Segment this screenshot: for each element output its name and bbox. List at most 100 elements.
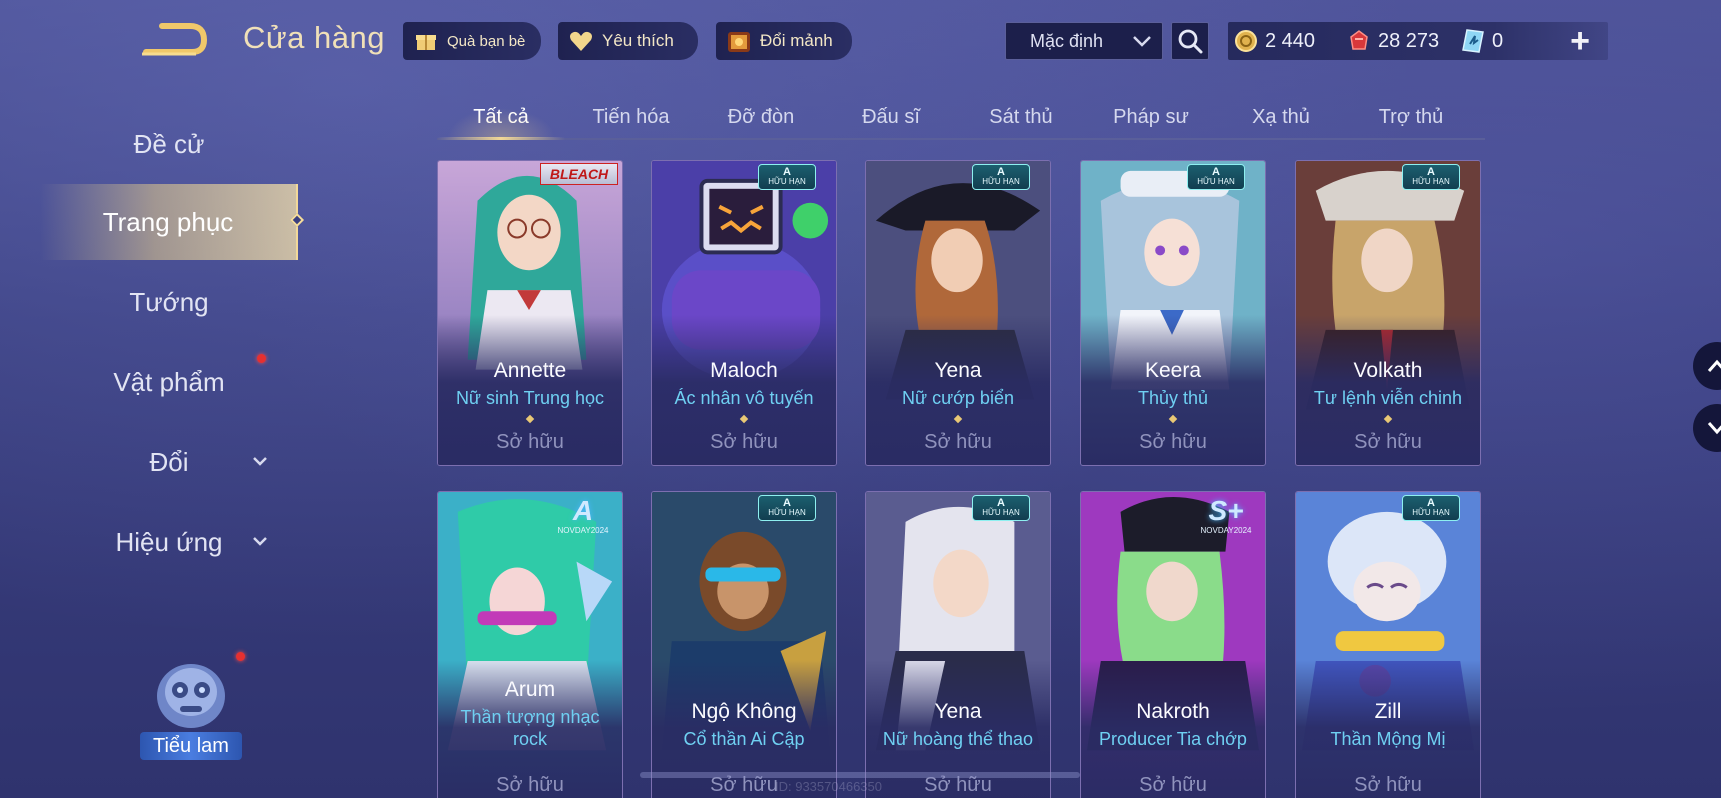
gold-balance: 2 440: [1233, 22, 1315, 60]
skin-name: Thần tượng nhạc rock: [460, 707, 600, 749]
sidebar-item-exchange[interactable]: Đổi: [40, 424, 298, 500]
limited-label: HỮU HẠN: [982, 508, 1020, 517]
skin-name: Tư lệnh viễn chinh: [1313, 388, 1463, 408]
grade-limited-badge: A HỮU HẠN: [972, 164, 1030, 190]
sort-dropdown[interactable]: Mặc định: [1005, 22, 1163, 60]
chevron-down-icon: [1707, 422, 1721, 435]
hero-name: Ngộ Không: [691, 700, 797, 723]
skin-card[interactable]: A NOVDAY2024 Arum Thần tượng nhạc rock Sở…: [437, 491, 623, 798]
owned-status: Sở hữu: [710, 431, 778, 453]
hero-name: Nakroth: [1136, 700, 1210, 723]
shard-exchange-label: Đổi mảnh: [760, 31, 833, 50]
hero-name: Volkath: [1353, 359, 1423, 382]
add-currency-button[interactable]: +: [1560, 22, 1600, 60]
sidebar-item-label: Đề cử: [133, 128, 205, 159]
gold-amount: 2 440: [1265, 29, 1316, 52]
voucher-balance: 0: [1460, 22, 1503, 60]
notification-dot: [257, 354, 266, 363]
page-title: Cửa hàng: [243, 20, 385, 55]
tab-warrior[interactable]: Đấu sĩ: [827, 96, 955, 138]
skin-name: Thủy thủ: [1137, 388, 1209, 408]
hero-name: Keera: [1144, 359, 1202, 382]
back-button[interactable]: [140, 18, 210, 60]
event-grade-badge: S+ NOVDAY2024: [1191, 496, 1261, 542]
skin-name: Thần Mộng Mị: [1330, 729, 1446, 749]
category-tabs: Tất cả Tiến hóa Đỡ đòn Đấu sĩ Sát thủ Ph…: [437, 96, 1485, 140]
tab-assassin[interactable]: Sát thủ: [957, 96, 1085, 138]
chevron-down-icon: [1132, 31, 1152, 52]
ruby-amount: 28 273: [1378, 29, 1440, 52]
skin-card[interactable]: S+ NOVDAY2024 Nakroth Producer Tia chớp S…: [1080, 491, 1266, 798]
hero-name: Yena: [934, 700, 982, 723]
limited-label: HỮU HẠN: [768, 177, 806, 186]
grade-limited-badge: A HỮU HẠN: [972, 495, 1030, 521]
tab-support[interactable]: Trợ thủ: [1347, 96, 1475, 138]
owned-status: Sở hữu: [496, 774, 564, 796]
grade-limited-badge: A HỮU HẠN: [758, 495, 816, 521]
grade-limited-badge: A HỮU HẠN: [1402, 495, 1460, 521]
grade-limited-badge: A HỮU HẠN: [1402, 164, 1460, 190]
tab-tank[interactable]: Đỡ đòn: [697, 96, 825, 138]
chevron-down-icon: [252, 452, 268, 473]
skin-card[interactable]: A HỮU HẠN Ngộ Không Cổ thần Ai Cập Sở hữu: [651, 491, 837, 798]
event-name-label: NOVDAY2024: [1200, 526, 1252, 535]
skin-card[interactable]: A HỮU HẠN Yena Nữ hoàng thể thao Sở hữu: [865, 491, 1051, 798]
horizontal-scrollbar[interactable]: [640, 772, 1080, 778]
pet-avatar-icon: [157, 664, 225, 728]
limited-label: HỮU HẠN: [1197, 177, 1235, 186]
friend-gift-button[interactable]: Quà bạn bè: [403, 22, 541, 60]
sidebar-item-label: Trang phục: [102, 206, 234, 237]
shard-exchange-button[interactable]: Đổi mảnh: [716, 22, 852, 60]
search-button[interactable]: [1171, 22, 1209, 60]
sidebar-item-effects[interactable]: Hiệu ứng: [40, 504, 298, 580]
voucher-amount: 0: [1492, 29, 1504, 52]
friend-gift-label: Quà bạn bè: [447, 32, 526, 50]
limited-label: HỮU HẠN: [982, 177, 1020, 186]
favorites-button[interactable]: Yêu thích: [558, 22, 698, 60]
bleach-collab-badge: BLEACH: [540, 163, 618, 185]
sort-value: Mặc định: [1030, 30, 1104, 51]
hero-name: Arum: [504, 678, 556, 701]
search-icon: [1178, 29, 1203, 54]
skin-name: Producer Tia chớp: [1099, 729, 1247, 749]
skin-name: Cổ thần Ai Cập: [683, 729, 805, 749]
chevron-down-icon: [252, 532, 268, 553]
owned-status: Sở hữu: [1354, 431, 1422, 453]
skin-card[interactable]: A HỮU HẠN Volkath Tư lệnh viễn chinh Sở h…: [1295, 160, 1481, 466]
heart-icon: [568, 28, 594, 54]
tab-mage[interactable]: Pháp sư: [1087, 96, 1215, 138]
sidebar-item-heroes[interactable]: Tướng: [40, 264, 298, 340]
shop-screen: Cửa hàng Quà bạn bè Yêu thích Đổi mảnh M…: [0, 0, 1721, 798]
skin-card[interactable]: A HỮU HẠN Keera Thủy thủ Sở hữu: [1080, 160, 1266, 466]
skin-card[interactable]: A HỮU HẠN Zill Thần Mộng Mị Sở hữu: [1295, 491, 1481, 798]
sidebar-item-featured[interactable]: Đề cử: [40, 106, 298, 182]
back-arrow-icon: [142, 23, 208, 56]
limited-label: HỮU HẠN: [768, 508, 806, 517]
skin-card[interactable]: A HỮU HẠN Yena Nữ cướp biển Sở hữu: [865, 160, 1051, 466]
owned-status: Sở hữu: [1139, 431, 1207, 453]
grade-label: A: [783, 497, 791, 509]
skin-card[interactable]: BLEACH Annette Nữ sinh Trung học Sở hữu: [437, 160, 623, 466]
limited-label: HỮU HẠN: [1412, 508, 1450, 517]
owned-status: Sở hữu: [1139, 774, 1207, 796]
scroll-up-button[interactable]: [1693, 342, 1721, 390]
sidebar-item-items[interactable]: Vật phẩm: [40, 344, 298, 420]
owned-status: Sở hữu: [924, 431, 992, 453]
sidebar-item-label: Hiệu ứng: [115, 526, 223, 557]
skin-card[interactable]: A HỮU HẠN Maloch Ác nhân vô tuyến Sở hữu: [651, 160, 837, 466]
grade-label: A: [997, 497, 1005, 509]
sidebar-item-skins[interactable]: Trang phục: [40, 184, 305, 260]
gold-coin-icon: [1233, 28, 1259, 54]
scroll-down-button[interactable]: [1693, 404, 1721, 452]
grade-label: A: [1427, 166, 1435, 178]
tab-evolution[interactable]: Tiến hóa: [567, 96, 695, 138]
tab-marksman[interactable]: Xạ thủ: [1217, 96, 1345, 138]
tab-all[interactable]: Tất cả: [437, 96, 565, 140]
pet-companion-button[interactable]: Tiểu lam: [140, 650, 245, 760]
hero-name: Zill: [1374, 700, 1402, 723]
favorites-label: Yêu thích: [602, 31, 674, 50]
plus-icon: +: [1570, 21, 1590, 60]
skin-name: Ác nhân vô tuyến: [674, 388, 814, 408]
grade-label: A: [1212, 166, 1220, 178]
grade-limited-badge: A HỮU HẠN: [1187, 164, 1245, 190]
